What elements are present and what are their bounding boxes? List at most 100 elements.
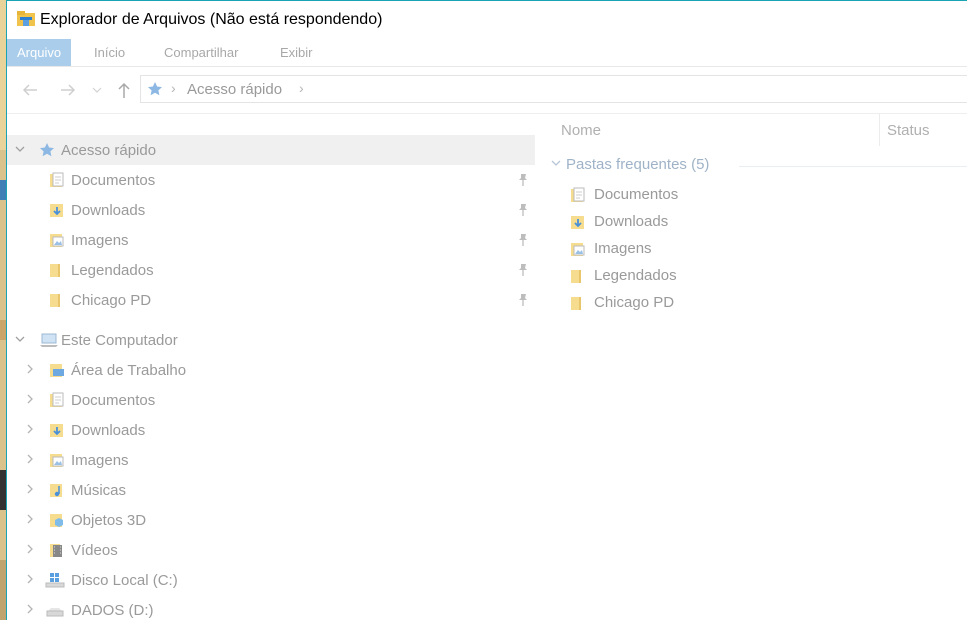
chevron-right-icon[interactable] xyxy=(23,452,37,466)
column-separator[interactable] xyxy=(879,114,880,146)
file-explorer-icon xyxy=(17,11,35,27)
list-item-downloads[interactable]: Downloads xyxy=(564,209,944,236)
tree-label: Acesso rápido xyxy=(61,142,157,159)
pictures-icon xyxy=(49,452,65,468)
window-title: Explorador de Arquivos (Não está respond… xyxy=(40,11,383,28)
music-icon xyxy=(49,482,65,498)
list-item-label: Legendados xyxy=(594,267,677,284)
chevron-down-icon[interactable] xyxy=(13,332,27,346)
chevron-right-icon[interactable] xyxy=(23,392,37,406)
list-item-imagens[interactable]: Imagens xyxy=(564,236,944,263)
folder-icon xyxy=(570,268,586,284)
pin-icon[interactable] xyxy=(517,293,529,307)
tree-label: Downloads xyxy=(71,202,146,219)
chevron-right-icon[interactable] xyxy=(23,572,37,586)
navigation-bar: › Acesso rápido › xyxy=(7,67,967,113)
chevron-down-icon[interactable] xyxy=(13,142,27,156)
list-item-label: Chicago PD xyxy=(594,294,675,311)
breadcrumb-separator-icon[interactable]: › xyxy=(171,80,176,96)
downloads-icon xyxy=(49,422,65,438)
tree-item-musicas[interactable]: Músicas xyxy=(7,475,535,505)
tree-label: Este Computador xyxy=(61,332,178,349)
group-label: Pastas frequentes (5) xyxy=(566,156,710,173)
content-pane: Nome Status Pastas frequentes (5) Docume… xyxy=(544,114,967,620)
forward-arrow-icon[interactable] xyxy=(57,79,79,101)
tree-label: Downloads xyxy=(71,422,146,439)
tree-label: DADOS (D:) xyxy=(71,602,154,619)
tree-item-chicago-pd[interactable]: Chicago PD xyxy=(7,285,535,315)
chevron-right-icon[interactable] xyxy=(23,422,37,436)
ribbon-tabs: Arquivo Início Compartilhar Exibir xyxy=(7,39,967,67)
tree-label: Objetos 3D xyxy=(71,512,147,529)
tree-item-documentos[interactable]: Documentos xyxy=(7,165,535,195)
pin-icon[interactable] xyxy=(517,203,529,217)
list-item-documentos[interactable]: Documentos xyxy=(564,182,944,209)
list-item-label: Documentos xyxy=(594,186,679,203)
desktop-icon xyxy=(49,362,65,378)
title-bar[interactable]: Explorador de Arquivos (Não está respond… xyxy=(7,1,967,39)
tree-item-legendados[interactable]: Legendados xyxy=(7,255,535,285)
pin-icon[interactable] xyxy=(517,263,529,277)
quick-access-star-icon xyxy=(147,81,163,97)
column-header-nome[interactable]: Nome xyxy=(561,122,601,139)
tree-label: Disco Local (C:) xyxy=(71,572,178,589)
chevron-right-icon[interactable] xyxy=(23,602,37,616)
group-divider xyxy=(739,166,967,167)
pin-icon[interactable] xyxy=(517,173,529,187)
list-item-label: Downloads xyxy=(594,213,669,230)
chevron-right-icon[interactable] xyxy=(23,512,37,526)
tab-inicio[interactable]: Início xyxy=(84,39,135,66)
tree-label: Área de Trabalho xyxy=(71,362,187,379)
tree-item-documentos-pc[interactable]: Documentos xyxy=(7,385,535,415)
chevron-down-icon[interactable] xyxy=(550,157,566,169)
tree-label: Legendados xyxy=(71,262,154,279)
tab-exibir[interactable]: Exibir xyxy=(270,39,323,66)
videos-icon xyxy=(49,542,65,558)
pin-icon[interactable] xyxy=(517,233,529,247)
tree-label: Documentos xyxy=(71,392,156,409)
list-item-legendados[interactable]: Legendados xyxy=(564,263,944,290)
tree-item-objetos-3d[interactable]: Objetos 3D xyxy=(7,505,535,535)
tab-compartilhar[interactable]: Compartilhar xyxy=(154,39,248,66)
tree-label: Chicago PD xyxy=(71,292,152,309)
tree-item-area-de-trabalho[interactable]: Área de Trabalho xyxy=(7,355,535,385)
up-arrow-icon[interactable] xyxy=(113,79,135,101)
tree-item-acesso-rapido[interactable]: Acesso rápido xyxy=(7,135,535,165)
column-header-status[interactable]: Status xyxy=(887,122,930,139)
tree-label: Documentos xyxy=(71,172,156,189)
pictures-icon xyxy=(570,241,586,257)
tree-item-imagens[interactable]: Imagens xyxy=(7,225,535,255)
windows-drive-icon xyxy=(45,572,65,588)
folder-icon xyxy=(49,292,65,308)
address-bar[interactable]: › Acesso rápido › xyxy=(140,75,967,103)
chevron-right-icon[interactable] xyxy=(23,362,37,376)
tree-label: Vídeos xyxy=(71,542,118,559)
breadcrumb-acesso-rapido[interactable]: Acesso rápido xyxy=(187,81,282,98)
downloads-icon xyxy=(570,214,586,230)
chevron-right-icon[interactable] xyxy=(23,542,37,556)
tree-item-dados-d[interactable]: DADOS (D:) xyxy=(7,595,535,620)
pictures-icon xyxy=(49,232,65,248)
navigation-pane: Acesso rápido Documentos Downloads Image… xyxy=(7,114,543,620)
back-arrow-icon[interactable] xyxy=(19,79,41,101)
documents-icon xyxy=(570,187,586,203)
tree-label: Músicas xyxy=(71,482,127,499)
group-header-pastas-frequentes[interactable]: Pastas frequentes (5) xyxy=(550,156,709,173)
drive-icon xyxy=(45,602,65,618)
breadcrumb-chevron-icon[interactable]: › xyxy=(299,80,304,96)
list-item-label: Imagens xyxy=(594,240,652,257)
file-explorer-window: Explorador de Arquivos (Não está respond… xyxy=(6,0,967,620)
tree-item-disco-local-c[interactable]: Disco Local (C:) xyxy=(7,565,535,595)
tree-item-downloads[interactable]: Downloads xyxy=(7,195,535,225)
tree-item-imagens-pc[interactable]: Imagens xyxy=(7,445,535,475)
tree-item-videos[interactable]: Vídeos xyxy=(7,535,535,565)
objects-3d-icon xyxy=(49,512,65,528)
chevron-down-icon[interactable] xyxy=(90,79,104,101)
tree-item-este-computador[interactable]: Este Computador xyxy=(7,325,535,355)
tab-arquivo[interactable]: Arquivo xyxy=(7,39,72,66)
tree-label: Imagens xyxy=(71,452,129,469)
documents-icon xyxy=(49,392,65,408)
tree-item-downloads-pc[interactable]: Downloads xyxy=(7,415,535,445)
chevron-right-icon[interactable] xyxy=(23,482,37,496)
list-item-chicago-pd[interactable]: Chicago PD xyxy=(564,290,944,317)
